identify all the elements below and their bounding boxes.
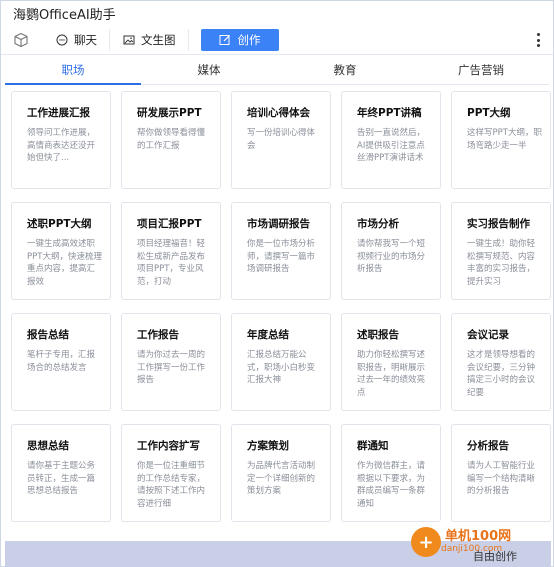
- template-card[interactable]: 市场调研报告你是一位市场分析师，请撰写一篇市场调研报告: [231, 202, 331, 300]
- template-card[interactable]: 年度总结汇报总结万能公式，职场小白秒变汇报大神: [231, 313, 331, 411]
- template-card[interactable]: 实习报告制作一键生成！助你轻松撰写规范、内容丰富的实习报告，提升实习: [451, 202, 551, 300]
- template-card-desc: 你是一位市场分析师，请撰写一篇市场调研报告: [247, 239, 316, 274]
- template-card-desc: 帮你做领导看得懂的工作汇报: [137, 128, 206, 151]
- tab-media[interactable]: 媒体: [141, 59, 277, 84]
- template-card-title: 项目汇报PPT: [137, 218, 202, 230]
- template-card-desc: 请你基于主题公务员转正，生成一篇思想总结报告: [27, 461, 96, 496]
- template-card-desc: 助力你轻松撰写述职报告，明晰展示过去一年的绩效亮点: [357, 350, 426, 398]
- template-card-title: 述职报告: [357, 329, 399, 341]
- template-card-desc: 一键生成！助你轻松撰写规范、内容丰富的实习报告，提升实习: [467, 239, 536, 287]
- template-card[interactable]: 项目汇报PPT 项目经理福音！轻松生成新产品发布项目PPT，专业风范，打动: [121, 202, 221, 300]
- window-title: 海鹦OfficeAI助手: [13, 7, 116, 23]
- template-card-desc: 汇报总结万能公式，职场小白秒变汇报大神: [247, 350, 316, 385]
- template-card-title: 工作报告: [137, 329, 179, 341]
- template-card[interactable]: 思想总结请你基于主题公务员转正，生成一篇思想总结报告: [11, 424, 111, 522]
- chat-button[interactable]: 聊天: [43, 28, 110, 51]
- template-card-title: 思想总结: [27, 440, 69, 452]
- template-card[interactable]: 培训心得体会写一份培训心得体会: [231, 91, 331, 189]
- template-card-title: 年度总结: [247, 329, 289, 341]
- template-card-desc: 这才是领导想看的会议纪要，三分钟搞定三小时的会议纪要: [467, 350, 536, 398]
- template-card-title: 工作进展汇报: [27, 107, 90, 119]
- template-card-desc: 这样写PPT大纲，职场弯路少走一半: [467, 128, 542, 151]
- template-card[interactable]: 会议记录这才是领导想看的会议纪要，三分钟搞定三小时的会议纪要: [451, 313, 551, 411]
- cube-icon[interactable]: [11, 30, 31, 50]
- template-card-desc: 请你帮我写一个短视频行业的市场分析报告: [357, 239, 426, 274]
- template-grid: 工作进展汇报领导问工作进展，高情商表达还没开始但快了... 研发展示PPT 帮你做领…: [11, 91, 551, 522]
- template-card[interactable]: 群通知作为微信群主，请根据以下要求，为群成员编写一条群通知: [341, 424, 441, 522]
- template-card-title: 市场分析: [357, 218, 399, 230]
- text-to-image-button[interactable]: 文生图: [110, 28, 189, 51]
- chat-icon: [55, 33, 68, 46]
- template-card-title: 群通知: [357, 440, 389, 452]
- template-card[interactable]: 分析报告请为人工智能行业编写一个结构清晰的分析报告: [451, 424, 551, 522]
- template-card[interactable]: 年终PPT讲稿告别一直说然后，AI提供吸引注意点丝滑PPT演讲话术: [341, 91, 441, 189]
- template-card-title: 工作内容扩写: [137, 440, 200, 452]
- template-card-title: 实习报告制作: [467, 218, 530, 230]
- template-card-desc: 项目经理福音！轻松生成新产品发布项目PPT，专业风范，打动: [137, 239, 206, 287]
- template-card[interactable]: 工作内容扩写你是一位注重细节的工作总结专家，请按照下述工作内容进行细: [121, 424, 221, 522]
- template-card[interactable]: 工作进展汇报领导问工作进展，高情商表达还没开始但快了...: [11, 91, 111, 189]
- template-card-title: PPT大纲: [467, 107, 511, 119]
- template-card-title: 述职PPT大纲: [27, 218, 92, 230]
- chat-button-label: 聊天: [74, 32, 97, 47]
- tab-education[interactable]: 教育: [277, 59, 413, 84]
- template-card-desc: 你是一位注重细节的工作总结专家，请按照下述工作内容进行细: [137, 461, 206, 509]
- template-card-title: 会议记录: [467, 329, 509, 341]
- template-card-title: 培训心得体会: [247, 107, 310, 119]
- template-card[interactable]: 研发展示PPT 帮你做领导看得懂的工作汇报: [121, 91, 221, 189]
- template-card[interactable]: PPT大纲这样写PPT大纲，职场弯路少走一半: [451, 91, 551, 189]
- template-card-desc: 为品牌代言活动制定一个详细创新的策划方案: [247, 461, 316, 496]
- template-card-desc: 告别一直说然后，AI提供吸引注意点丝滑PPT演讲话术: [357, 128, 426, 163]
- template-card-desc: 作为微信群主，请根据以下要求，为群成员编写一条群通知: [357, 461, 426, 509]
- watermark-text: 单机100网: [445, 529, 512, 544]
- template-card-title: 分析报告: [467, 440, 509, 452]
- template-card-title: 市场调研报告: [247, 218, 310, 230]
- template-card[interactable]: 述职PPT大纲一键生成高效述职PPT大纲，快速梳理重点内容，提高汇报效: [11, 202, 111, 300]
- template-card[interactable]: 方案策划为品牌代言活动制定一个详细创新的策划方案: [231, 424, 331, 522]
- watermark-logo-icon: +: [411, 527, 441, 557]
- template-card[interactable]: 述职报告助力你轻松撰写述职报告，明晰展示过去一年的绩效亮点: [341, 313, 441, 411]
- template-card-desc: 领导问工作进展，高情商表达还没开始但快了...: [27, 128, 96, 163]
- free-create-button[interactable]: 自由创作: [467, 546, 523, 566]
- template-card[interactable]: 报告总结笔杆子专用，汇报场合的总结发言: [11, 313, 111, 411]
- tab-workplace[interactable]: 职场: [5, 59, 141, 85]
- template-card-desc: 请为你过去一周的工作撰写一份工作报告: [137, 350, 206, 385]
- template-card-desc: 一键生成高效述职PPT大纲，快速梳理重点内容，提高汇报效: [27, 239, 102, 287]
- text-to-image-label: 文生图: [141, 32, 176, 47]
- template-card-desc: 请为人工智能行业编写一个结构清晰的分析报告: [467, 461, 536, 496]
- template-card-title: 研发展示PPT: [137, 107, 202, 119]
- category-tabs: 职场 媒体 教育 广告营销: [5, 59, 549, 85]
- more-menu-icon[interactable]: [535, 30, 541, 50]
- template-card[interactable]: 市场分析请你帮我写一个短视频行业的市场分析报告: [341, 202, 441, 300]
- template-card-title: 报告总结: [27, 329, 69, 341]
- template-card-title: 年终PPT讲稿: [357, 107, 422, 119]
- image-icon: [122, 33, 135, 46]
- create-button[interactable]: 创作: [200, 28, 279, 51]
- tab-advertising[interactable]: 广告营销: [413, 59, 549, 84]
- template-card-desc: 写一份培训心得体会: [247, 128, 316, 151]
- create-button-label: 创作: [237, 32, 261, 47]
- app-window: 海鹦OfficeAI助手 聊天 文生图 创作 职场 媒体 教育 广告营销 工作进…: [0, 0, 554, 567]
- template-card-desc: 笔杆子专用，汇报场合的总结发言: [27, 350, 96, 373]
- edit-icon: [219, 33, 232, 46]
- toolbar: 聊天 文生图 创作: [1, 25, 553, 55]
- template-card-title: 方案策划: [247, 440, 289, 452]
- template-card[interactable]: 工作报告请为你过去一周的工作撰写一份工作报告: [121, 313, 221, 411]
